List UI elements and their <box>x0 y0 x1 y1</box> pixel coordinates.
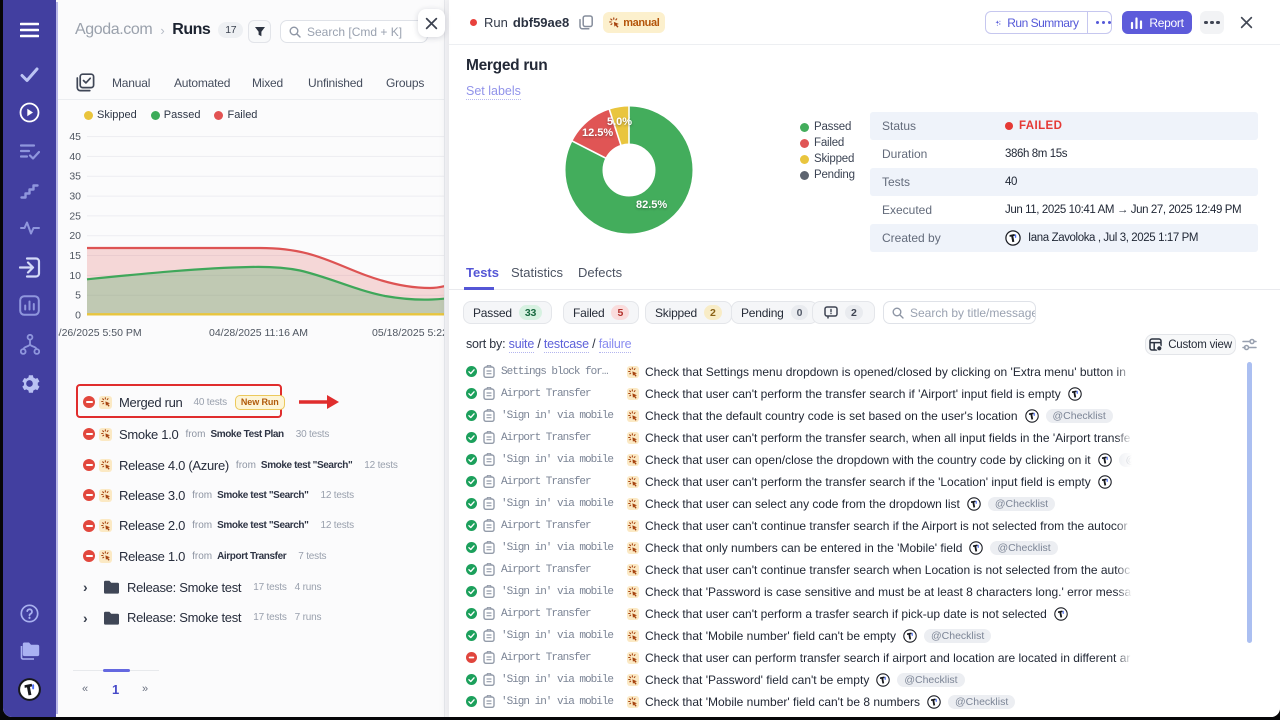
svg-text:5: 5 <box>75 290 81 302</box>
svg-text:40: 40 <box>69 151 81 163</box>
svg-text:25: 25 <box>69 210 81 222</box>
svg-text:30: 30 <box>69 191 81 203</box>
svg-text:20: 20 <box>69 230 81 242</box>
svg-text:0: 0 <box>75 309 81 321</box>
svg-text:35: 35 <box>69 171 81 183</box>
svg-text:15: 15 <box>69 250 81 262</box>
svg-text:10: 10 <box>69 270 81 282</box>
svg-text:45: 45 <box>69 131 81 143</box>
